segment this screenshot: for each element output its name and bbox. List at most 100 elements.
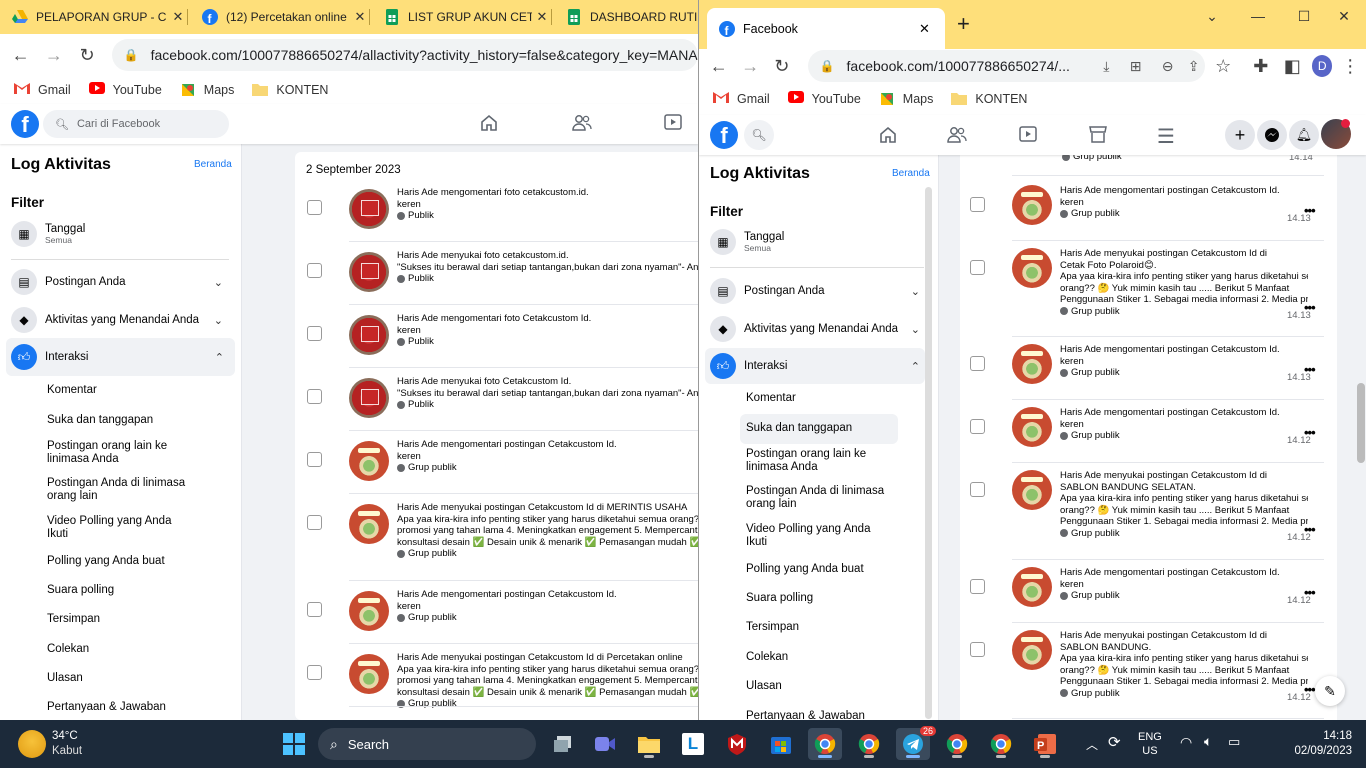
new-tab-button[interactable]: + — [957, 13, 970, 35]
system-clock[interactable]: 14:18 02/09/2023 — [1288, 729, 1352, 759]
bookmark-gmail[interactable]: Gmail — [14, 82, 71, 98]
home-link[interactable]: Beranda — [194, 159, 232, 170]
sub-item-pertanyaan-jawaban[interactable]: Pertanyaan & Jawaban — [47, 701, 166, 714]
entry-checkbox[interactable] — [307, 326, 322, 341]
entry-checkbox[interactable] — [970, 356, 985, 371]
sub-item-postingan-anda-linimasa[interactable]: Postingan Anda di linimasa orang lain — [746, 485, 896, 511]
section-postingan-anda[interactable]: ▤ Postingan Anda ⌄ — [11, 269, 229, 295]
entry-title[interactable]: Haris Ade menyukai postingan Cetakcustom… — [1060, 248, 1308, 260]
telegram-icon[interactable]: 26 — [896, 726, 936, 760]
entry-title[interactable]: Haris Ade menyukai postingan Cetakcustom… — [1060, 630, 1308, 642]
entry-checkbox[interactable] — [970, 419, 985, 434]
lark-app-icon[interactable]: L — [676, 728, 710, 760]
sub-item-ulasan[interactable]: Ulasan — [47, 672, 83, 685]
volume-icon[interactable]: 🔈︎ — [1204, 733, 1212, 750]
sub-item-video-polling[interactable]: Video Polling yang Anda Ikuti — [746, 523, 886, 549]
sub-item-pertanyaan-jawaban[interactable]: Pertanyaan & Jawaban — [746, 710, 865, 720]
facebook-logo-icon[interactable]: f — [710, 121, 738, 149]
sub-item-postingan-orang-lain[interactable]: Postingan orang lain ke linimasa Anda — [746, 448, 896, 474]
extensions-icon[interactable]: ✚ — [1245, 49, 1277, 83]
section-interaksi[interactable]: 👍︎ Interaksi ⌃ — [6, 338, 235, 376]
install-icon[interactable]: ⤓ — [1103, 58, 1109, 75]
address-bar[interactable]: 🔒 facebook.com/100077886650274/allactivi… — [111, 39, 698, 71]
wifi-icon[interactable]: ◠ — [1180, 734, 1192, 751]
tab-search-chevron-icon[interactable]: ⌄ — [1189, 0, 1235, 32]
menu-icon[interactable]: ☰ — [1157, 124, 1175, 149]
more-options-icon[interactable]: ••• — [1304, 300, 1316, 315]
bookmark-konten[interactable]: KONTEN — [252, 82, 328, 98]
sub-item-suka[interactable]: Suka dan tanggapan — [740, 414, 898, 444]
share-icon[interactable]: ⇪ — [1188, 58, 1200, 75]
search-icon[interactable]: 🔍︎ — [744, 120, 774, 150]
reload-icon[interactable]: ↻ — [766, 49, 798, 83]
facebook-logo-icon[interactable]: f — [11, 110, 39, 138]
close-tab-icon[interactable]: ✕ — [350, 9, 370, 25]
weather-temp[interactable]: 34°C — [52, 730, 78, 742]
more-options-icon[interactable]: ••• — [1304, 425, 1316, 440]
entry-checkbox[interactable] — [307, 665, 322, 680]
entry-title[interactable]: Haris Ade mengomentari foto Cetakcustom … — [397, 313, 698, 325]
sub-item-suara-polling[interactable]: Suara polling — [47, 584, 114, 597]
powerpoint-icon[interactable]: P — [1028, 728, 1062, 760]
entry-title[interactable]: Haris Ade menyukai postingan Cetakcustom… — [397, 502, 698, 514]
date-filter[interactable]: ▦ Tanggal Semua — [11, 221, 85, 247]
entry-checkbox[interactable] — [970, 260, 985, 275]
entry-checkbox[interactable] — [307, 389, 322, 404]
home-link[interactable]: Beranda — [892, 168, 930, 179]
entry-title[interactable]: SABLON BANDUNG SELATAN. — [1060, 482, 1308, 494]
mcafee-icon[interactable] — [720, 728, 754, 760]
entry-title[interactable]: Haris Ade menyukai postingan Cetakcustom… — [1060, 470, 1308, 482]
entry-title[interactable]: Haris Ade menyukai foto cetakcustom.id. — [397, 250, 698, 262]
profile-avatar[interactable]: D — [1312, 55, 1333, 77]
minimize-icon[interactable]: — — [1235, 0, 1281, 32]
feed-scrollbar[interactable] — [1357, 383, 1365, 463]
watch-icon[interactable] — [664, 114, 682, 130]
tab-list-grup[interactable]: LIST GRUP AKUN CET ✕ — [372, 0, 552, 34]
sync-status-icon[interactable]: ⟳ — [1108, 733, 1121, 751]
battery-icon[interactable]: ▭ — [1228, 734, 1240, 750]
back-arrow-icon[interactable]: ← — [4, 38, 37, 72]
forward-arrow-icon[interactable]: → — [37, 38, 70, 72]
sub-item-video-polling[interactable]: Video Polling yang Anda Ikuti — [47, 515, 187, 541]
chrome-icon[interactable] — [852, 728, 886, 760]
sidebar-scrollbar[interactable] — [925, 187, 932, 719]
entry-checkbox[interactable] — [307, 602, 322, 617]
sub-item-suara-polling[interactable]: Suara polling — [746, 592, 813, 605]
file-explorer-icon[interactable] — [632, 728, 666, 760]
more-options-icon[interactable]: ••• — [1304, 585, 1316, 600]
sub-item-ulasan[interactable]: Ulasan — [746, 680, 782, 693]
sub-item-tersimpan[interactable]: Tersimpan — [47, 613, 100, 626]
entry-title[interactable]: SABLON BANDUNG. — [1060, 642, 1308, 654]
meet-chat-icon[interactable] — [588, 728, 622, 760]
friends-icon[interactable] — [947, 126, 967, 144]
entry-checkbox[interactable] — [970, 642, 985, 657]
sub-item-polling-buat[interactable]: Polling yang Anda buat — [746, 563, 864, 576]
entry-title[interactable]: Haris Ade mengomentari postingan Cetakcu… — [1060, 407, 1308, 419]
close-tab-icon[interactable]: ✕ — [919, 21, 945, 37]
entry-title[interactable]: Cetak Foto Polaroid😊. — [1060, 260, 1308, 272]
sub-item-komentar[interactable]: Komentar — [47, 384, 97, 397]
zoom-icon[interactable]: ⊖ — [1162, 58, 1174, 75]
tab-facebook[interactable]: f (12) Percetakan online ✕ — [190, 0, 370, 34]
new-message-edit-icon[interactable]: ✎ — [1315, 676, 1345, 706]
close-tab-icon[interactable]: ✕ — [168, 9, 188, 25]
sub-item-komentar[interactable]: Komentar — [746, 392, 796, 405]
section-postingan-anda[interactable]: ▤ Postingan Anda ⌄ — [710, 278, 924, 304]
home-icon[interactable] — [480, 114, 498, 132]
search-input[interactable]: 🔍︎ Cari di Facebook — [43, 110, 229, 138]
create-icon[interactable]: + — [1225, 120, 1255, 150]
sub-item-colekan[interactable]: Colekan — [47, 643, 89, 656]
entry-title[interactable]: Haris Ade menyukai postingan Cetakcustom… — [397, 652, 698, 664]
friends-icon[interactable] — [572, 114, 592, 132]
chrome-profile-3-icon[interactable] — [984, 728, 1018, 760]
tab-dashboard[interactable]: DASHBOARD RUTIN — [554, 0, 698, 34]
bookmark-maps[interactable]: Maps — [879, 91, 933, 107]
more-options-icon[interactable]: ••• — [1304, 362, 1316, 377]
microsoft-store-icon[interactable] — [764, 728, 798, 760]
bookmark-gmail[interactable]: Gmail — [713, 91, 770, 107]
tab-facebook-active[interactable]: f Facebook ✕ — [707, 8, 945, 49]
entry-checkbox[interactable] — [307, 200, 322, 215]
menu-dots-icon[interactable]: ⋮ — [1334, 49, 1366, 83]
chrome-profile-d-icon[interactable] — [808, 728, 842, 760]
sub-item-polling-buat[interactable]: Polling yang Anda buat — [47, 555, 165, 568]
